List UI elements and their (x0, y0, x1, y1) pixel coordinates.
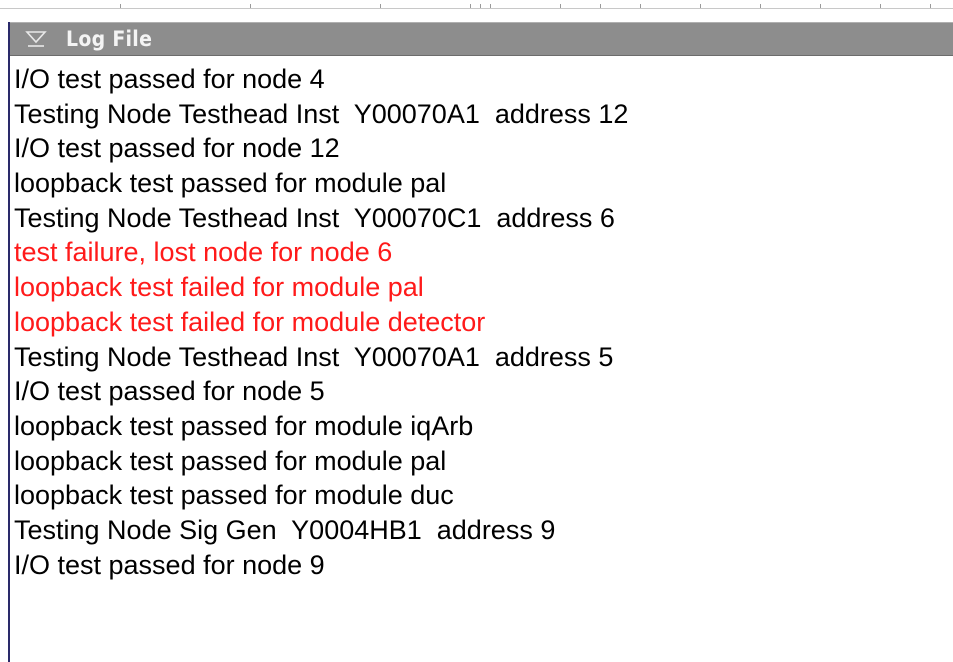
window-titlebar[interactable]: Log File (10, 22, 953, 56)
log-line-error: test failure, lost node for node 6 (14, 237, 393, 268)
log-file-window: Log File I/O test passed for node 4 Testi… (8, 22, 953, 662)
triangle-down-icon (25, 31, 47, 47)
log-line: I/O test passed for node 12 (14, 133, 340, 164)
log-line-error: loopback test failed for module pal (14, 272, 424, 303)
log-line: I/O test passed for node 4 (14, 64, 325, 94)
background-window-edge (0, 0, 953, 9)
screen: Log File I/O test passed for node 4 Testi… (0, 0, 953, 662)
window-menu-button[interactable] (24, 27, 48, 51)
log-line: Testing Node Testhead Inst Y00070A1 addr… (14, 98, 629, 129)
log-line: Testing Node Testhead Inst Y00070C1 addr… (14, 202, 615, 233)
log-line: loopback test passed for module pal (14, 168, 447, 199)
log-line: Testing Node Testhead Inst Y00070A1 addr… (14, 341, 614, 372)
log-line: loopback test passed for module pal (14, 445, 447, 476)
log-text-area[interactable]: I/O test passed for node 4 Testing Node T… (14, 62, 949, 662)
log-line: I/O test passed for node 5 (14, 376, 325, 407)
log-line: loopback test passed for module iqArb (14, 410, 474, 441)
window-title: Log File (66, 27, 153, 51)
log-line-error: loopback test failed for module detector (14, 306, 486, 337)
log-line: Testing Node Sig Gen Y0004HB1 address 9 (14, 514, 556, 545)
log-line: I/O test passed for node 9 (14, 549, 325, 580)
log-line: loopback test passed for module duc (14, 480, 454, 511)
